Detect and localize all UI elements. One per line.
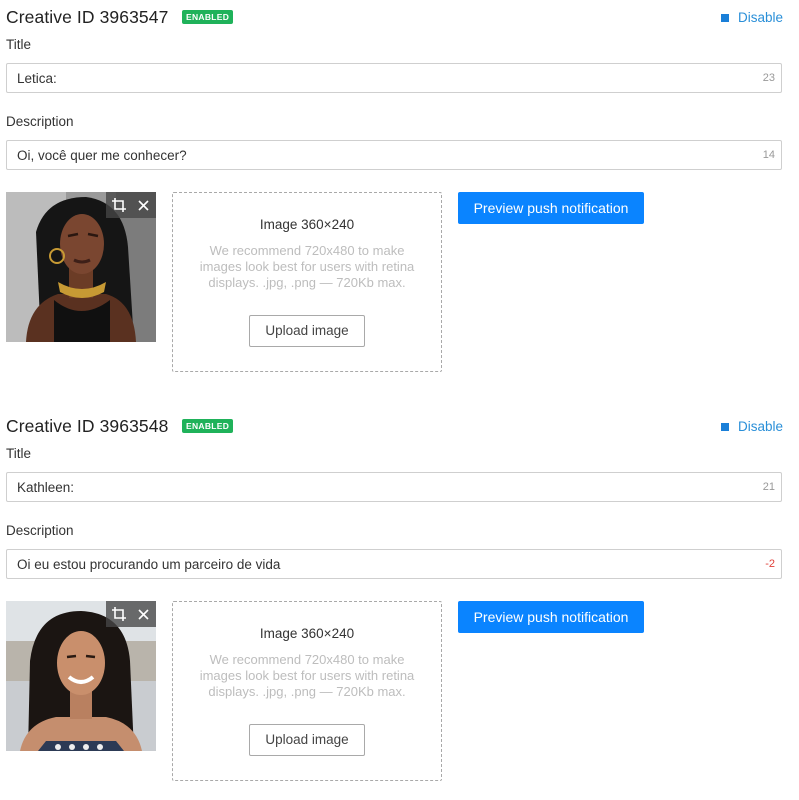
creative-header: Creative ID 3963548 ENABLED Disable xyxy=(6,415,783,437)
creative-id: Creative ID 3963548 xyxy=(6,416,169,436)
creative-id: Creative ID 3963547 xyxy=(6,7,169,27)
title-label: Title xyxy=(6,446,32,461)
description-input[interactable] xyxy=(17,550,737,578)
close-icon[interactable] xyxy=(134,604,154,624)
description-input[interactable] xyxy=(17,141,737,169)
crop-icon[interactable] xyxy=(109,604,129,624)
disable-label: Disable xyxy=(737,10,783,25)
description-char-counter: 14 xyxy=(762,149,775,161)
image-size-title: Image 360×240 xyxy=(259,217,355,232)
close-icon[interactable] xyxy=(134,195,154,215)
image-hint: We recommend 720x480 to make images look… xyxy=(199,243,415,290)
disable-label: Disable xyxy=(737,419,783,434)
description-field: 14 xyxy=(6,140,782,170)
thumbnail-toolbar xyxy=(106,601,156,627)
image-size-title: Image 360×240 xyxy=(259,626,355,641)
status-badge: ENABLED xyxy=(182,419,234,433)
preview-push-button[interactable]: Preview push notification xyxy=(458,192,644,224)
image-hint: We recommend 720x480 to make images look… xyxy=(199,652,415,699)
description-label: Description xyxy=(6,114,74,129)
stop-icon xyxy=(720,422,729,431)
upload-image-button[interactable]: Upload image xyxy=(249,315,365,347)
thumbnail-toolbar xyxy=(106,192,156,218)
image-dropzone[interactable]: Image 360×240 We recommend 720x480 to ma… xyxy=(172,601,442,781)
title-input[interactable] xyxy=(17,473,737,501)
disable-button[interactable]: Disable xyxy=(720,9,783,26)
creative-header: Creative ID 3963547 ENABLED Disable xyxy=(6,6,783,28)
title-label: Title xyxy=(6,37,32,52)
image-dropzone[interactable]: Image 360×240 We recommend 720x480 to ma… xyxy=(172,192,442,372)
preview-push-button[interactable]: Preview push notification xyxy=(458,601,644,633)
status-badge: ENABLED xyxy=(182,10,234,24)
title-input[interactable] xyxy=(17,64,737,92)
title-char-counter: 23 xyxy=(762,72,775,84)
creative-card: Creative ID 3963547 ENABLED Disable Titl… xyxy=(0,0,799,390)
description-char-counter: -2 xyxy=(765,558,775,570)
creative-thumbnail xyxy=(6,601,156,751)
title-char-counter: 21 xyxy=(762,481,775,493)
title-field: 21 xyxy=(6,472,782,502)
disable-button[interactable]: Disable xyxy=(720,418,783,435)
crop-icon[interactable] xyxy=(109,195,129,215)
description-field: -2 xyxy=(6,549,782,579)
creative-card: Creative ID 3963548 ENABLED Disable Titl… xyxy=(0,409,799,799)
stop-icon xyxy=(720,13,729,22)
creative-thumbnail xyxy=(6,192,156,342)
description-label: Description xyxy=(6,523,74,538)
title-field: 23 xyxy=(6,63,782,93)
upload-image-button[interactable]: Upload image xyxy=(249,724,365,756)
